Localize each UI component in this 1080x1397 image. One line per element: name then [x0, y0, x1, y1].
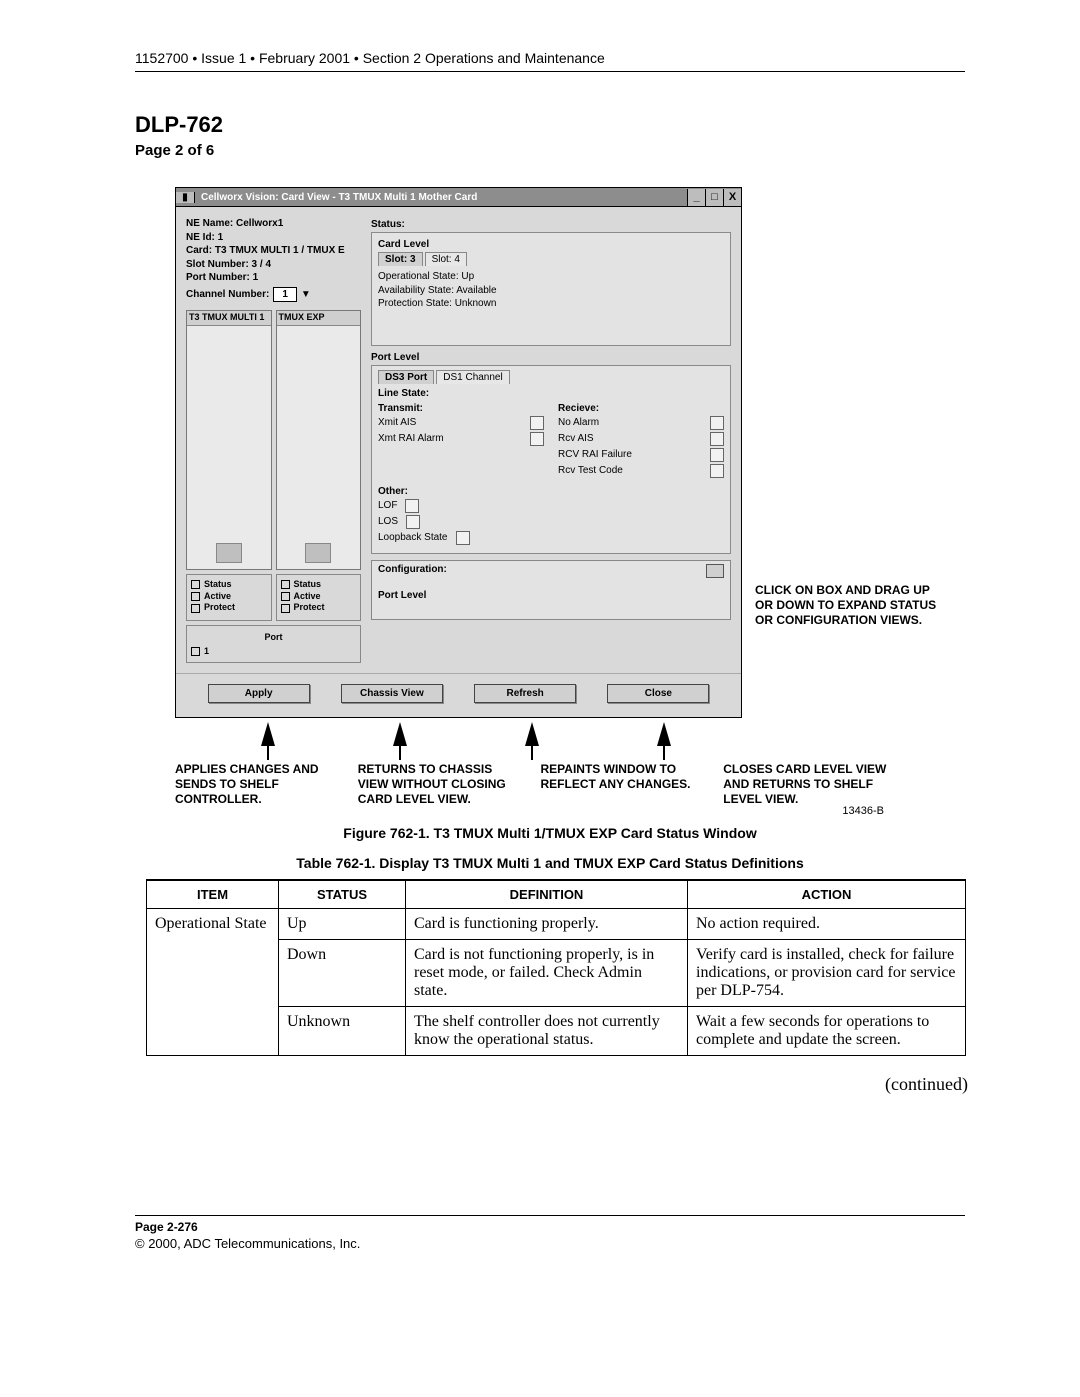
xmit-ais-check[interactable] — [530, 416, 544, 430]
card-name: Card: T3 TMUX MULTI 1 / TMUX E — [186, 244, 361, 258]
channel-select[interactable]: 1 — [273, 287, 297, 303]
maximize-button[interactable]: □ — [705, 189, 723, 206]
rcv-rai-check[interactable] — [710, 448, 724, 462]
prot-state: Protection State: Unknown — [378, 297, 724, 311]
card-column-2[interactable]: TMUX EXP — [276, 310, 362, 570]
port1-led — [191, 647, 200, 656]
recieve-label: Recieve: — [558, 403, 724, 414]
port-number: Port Number: 1 — [186, 271, 361, 285]
active-led — [191, 592, 200, 601]
port-list-label: Port — [191, 630, 356, 644]
minimize-button[interactable]: _ — [687, 189, 705, 206]
tab-ds1[interactable]: DS1 Channel — [436, 370, 509, 384]
sysmenu-icon[interactable]: ▮ — [176, 192, 195, 203]
transmit-label: Transmit: — [378, 403, 544, 414]
drag-note: CLICK ON BOX AND DRAG UP OR DOWN TO EXPA… — [755, 583, 945, 628]
callout-close: CLOSES CARD LEVEL VIEW AND RETURNS TO SH… — [723, 762, 890, 807]
page-indicator: Page 2 of 6 — [135, 142, 965, 159]
dropdown-icon[interactable]: ▼ — [301, 288, 311, 302]
port1-label[interactable]: 1 — [204, 646, 209, 656]
line-state-label: Line State: — [378, 388, 724, 399]
close-button[interactable]: Close — [607, 684, 709, 703]
tab-slot3[interactable]: Slot: 3 — [378, 252, 423, 266]
ne-id: NE Id: 1 — [186, 231, 361, 245]
callout-refresh: REPAINTS WINDOW TO REFLECT ANY CHANGES. — [541, 762, 708, 807]
lof-check[interactable] — [405, 499, 419, 513]
chassis-view-button[interactable]: Chassis View — [341, 684, 443, 703]
card1-slot-icon — [216, 543, 242, 563]
portlevel-label: Port Level — [371, 352, 731, 363]
other-label: Other: — [378, 486, 724, 497]
th-definition: DEFINITION — [406, 880, 688, 909]
config-port-level: Port Level — [378, 590, 724, 601]
card-level-box: Card Level Slot: 3 Slot: 4 Operational S… — [371, 232, 731, 346]
port-level-box: DS3 Port DS1 Channel Line State: Transmi… — [371, 365, 731, 554]
th-action: ACTION — [688, 880, 966, 909]
apply-button[interactable]: Apply — [208, 684, 310, 703]
arrow-apply-icon — [261, 722, 275, 746]
table-caption: Table 762-1. Display T3 TMUX Multi 1 and… — [135, 855, 965, 871]
th-status: STATUS — [279, 880, 406, 909]
td-item-op: Operational State — [147, 909, 279, 1056]
config-box: Configuration: Port Level — [371, 560, 731, 620]
card-column-1[interactable]: T3 TMUX MULTI 1 — [186, 310, 272, 570]
los-check[interactable] — [406, 515, 420, 529]
channel-label: Channel Number: — [186, 288, 269, 302]
doc-header: 1152700 • Issue 1 • February 2001 • Sect… — [135, 50, 965, 72]
drag-handle[interactable] — [706, 564, 724, 578]
config-label: Configuration: — [378, 564, 447, 575]
refresh-button[interactable]: Refresh — [474, 684, 576, 703]
status-header: Status: — [371, 219, 731, 230]
page-footer: Page 2-276 © 2000, ADC Telecommunication… — [135, 1215, 965, 1251]
card-view-window: ▮ Cellworx Vision: Card View - T3 TMUX M… — [175, 187, 742, 718]
no-alarm-check[interactable] — [710, 416, 724, 430]
xmt-rai-check[interactable] — [530, 432, 544, 446]
arrow-chassis-icon — [393, 722, 407, 746]
page-title: DLP-762 — [135, 112, 965, 138]
op-state: Operational State: Up — [378, 270, 724, 284]
callout-chassis: RETURNS TO CHASSIS VIEW WITHOUT CLOSING … — [358, 762, 525, 807]
footer-copyright: © 2000, ADC Telecommunications, Inc. — [135, 1236, 965, 1251]
card-col1-header: T3 TMUX MULTI 1 — [187, 311, 271, 326]
loopback-check[interactable] — [456, 531, 470, 545]
callout-apply: APPLIES CHANGES AND SENDS TO SHELF CONTR… — [175, 762, 342, 807]
avail-state: Availability State: Available — [378, 284, 724, 298]
tab-ds3[interactable]: DS3 Port — [378, 370, 434, 384]
card2-slot-icon — [305, 543, 331, 563]
cardlevel-label: Card Level — [378, 239, 724, 250]
window-title: Cellworx Vision: Card View - T3 TMUX Mul… — [195, 192, 687, 203]
footer-page: Page 2-276 — [135, 1220, 965, 1234]
continued-label: (continued) — [135, 1074, 968, 1095]
slot-number: Slot Number: 3 / 4 — [186, 258, 361, 272]
ne-name: NE Name: Cellworx1 — [186, 217, 361, 231]
tab-slot4[interactable]: Slot: 4 — [425, 252, 467, 266]
rcv-ais-check[interactable] — [710, 432, 724, 446]
arrow-close-icon — [657, 722, 671, 746]
closewin-button[interactable]: X — [723, 189, 741, 206]
protect-led — [191, 604, 200, 613]
figure-wrapper: CLICK ON BOX AND DRAG UP OR DOWN TO EXPA… — [175, 187, 890, 817]
rcv-test-check[interactable] — [710, 464, 724, 478]
th-item: ITEM — [147, 880, 279, 909]
status-led — [191, 580, 200, 589]
figure-caption: Figure 762-1. T3 TMUX Multi 1/TMUX EXP C… — [135, 825, 965, 841]
card-col2-header: TMUX EXP — [277, 311, 361, 326]
definitions-table: ITEM STATUS DEFINITION ACTION Operationa… — [146, 879, 966, 1056]
arrow-refresh-icon — [525, 722, 539, 746]
